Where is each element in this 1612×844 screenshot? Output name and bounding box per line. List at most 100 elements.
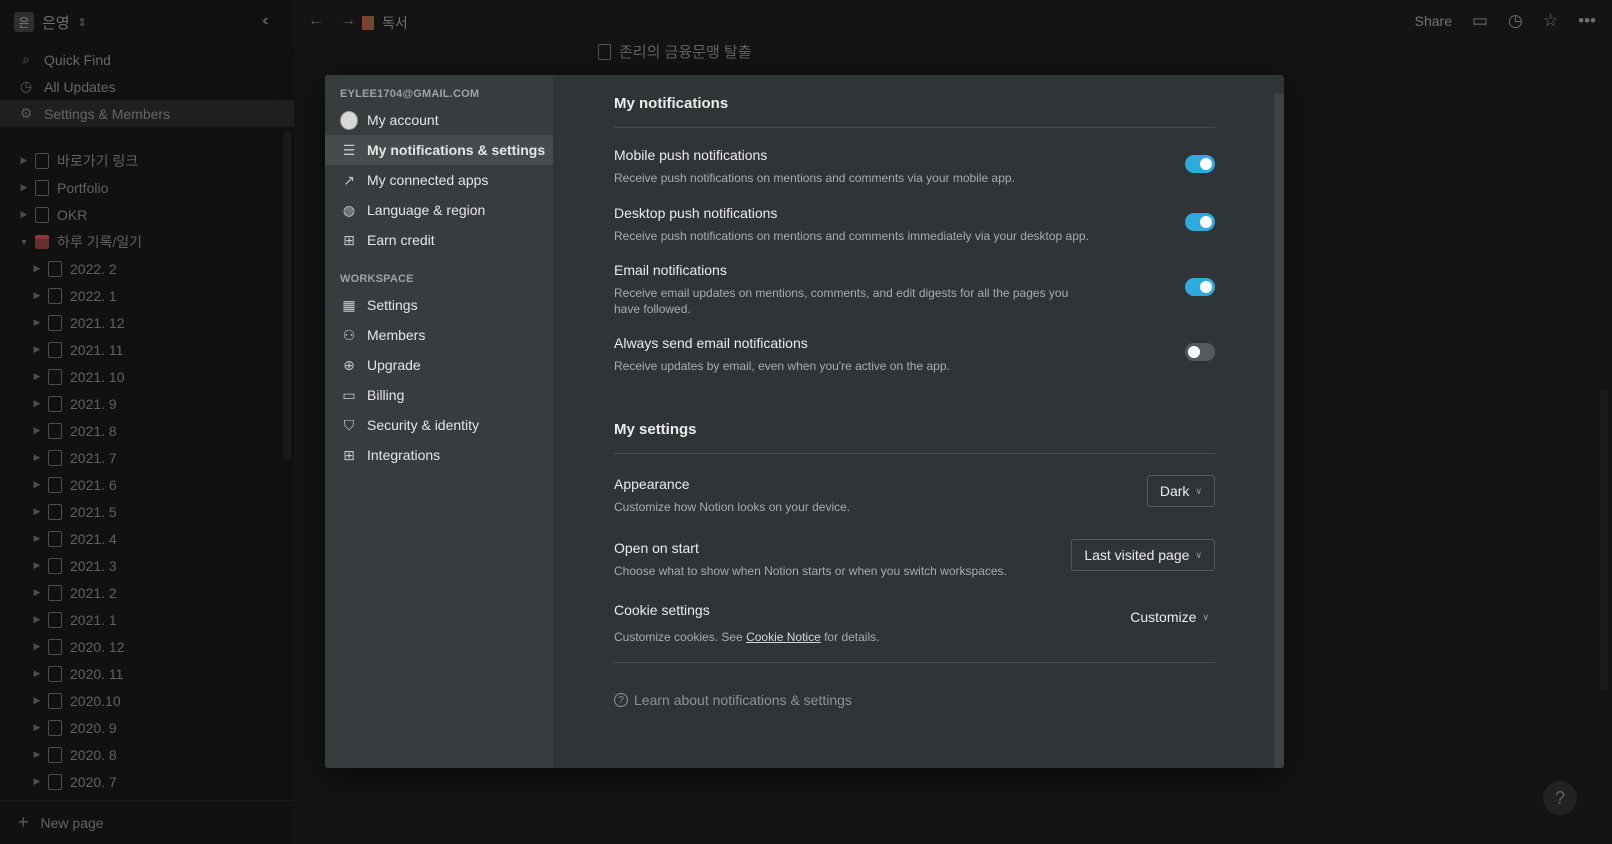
caret-right-icon[interactable]: ▶ — [17, 209, 31, 220]
tree-item[interactable]: ▶ 2022. 2 — [0, 255, 294, 282]
tree-item[interactable]: ▶ 2020. 12 — [0, 633, 294, 660]
learn-link[interactable]: ? Learn about notifications & settings — [614, 692, 852, 708]
tree-item[interactable]: ▶ 바로가기 링크 — [0, 147, 294, 174]
caret-right-icon[interactable]: ▶ — [30, 776, 44, 787]
tree-item[interactable]: ▶ 2020. 11 — [0, 660, 294, 687]
nav-language-region[interactable]: ◍ Language & region — [325, 195, 553, 225]
tree-item[interactable]: ▶ 2021. 1 — [0, 606, 294, 633]
tree-item[interactable]: ▶ 2021. 10 — [0, 363, 294, 390]
tree-item[interactable]: ▶ 2021. 7 — [0, 444, 294, 471]
tree-item[interactable]: ▶ 2021. 4 — [0, 525, 294, 552]
caret-right-icon[interactable]: ▶ — [30, 290, 44, 301]
page-icon — [48, 395, 62, 412]
caret-right-icon[interactable]: ▶ — [30, 668, 44, 679]
setting-title: Desktop push notifications — [614, 205, 778, 221]
caret-right-icon[interactable]: ▶ — [30, 425, 44, 436]
caret-right-icon[interactable]: ▶ — [17, 155, 31, 166]
caret-right-icon[interactable]: ▶ — [30, 479, 44, 490]
caret-right-icon[interactable]: ▶ — [30, 533, 44, 544]
appearance-dropdown[interactable]: Dark ∨ — [1146, 475, 1215, 507]
tree-item[interactable]: ▶ 2021. 12 — [0, 309, 294, 336]
tree-item[interactable]: ▶ 2021. 2 — [0, 579, 294, 606]
caret-right-icon[interactable]: ▶ — [30, 263, 44, 274]
caret-right-icon[interactable]: ▶ — [30, 722, 44, 733]
open-on-start-dropdown[interactable]: Last visited page ∨ — [1071, 539, 1215, 571]
caret-right-icon[interactable]: ▶ — [30, 452, 44, 463]
tree-item[interactable]: ▶ 2020. 8 — [0, 741, 294, 768]
caret-right-icon[interactable]: ▶ — [30, 587, 44, 598]
nav-my-connected-apps[interactable]: ↗ My connected apps — [325, 165, 553, 195]
caret-down-icon[interactable]: ▼ — [17, 237, 31, 247]
setting-desc: Customize cookies. See Cookie Notice for… — [614, 629, 1094, 645]
tree-item[interactable]: ▶ 2021. 8 — [0, 417, 294, 444]
tree-item-label: 2020. 9 — [70, 719, 117, 736]
caret-right-icon[interactable]: ▶ — [30, 749, 44, 760]
caret-right-icon[interactable]: ▶ — [30, 398, 44, 409]
workspace-nav: ▦ Settings ⚇ Members ⊕ Upgrade ▭ Billing… — [325, 290, 553, 470]
nav-upgrade[interactable]: ⊕ Upgrade — [325, 350, 553, 380]
tree-item[interactable]: ▶ 2021. 6 — [0, 471, 294, 498]
tree-item[interactable]: ▶ 2020. 7 — [0, 768, 294, 795]
tree-item[interactable]: ▶ Portfolio — [0, 174, 294, 201]
caret-right-icon[interactable]: ▶ — [30, 371, 44, 382]
nav-billing[interactable]: ▭ Billing — [325, 380, 553, 410]
always-email-toggle[interactable] — [1185, 343, 1215, 361]
sidebar-item-quick-find[interactable]: ⌕ Quick Find — [0, 46, 294, 73]
email-toggle[interactable] — [1185, 278, 1215, 296]
tree-item[interactable]: ▶ 2022. 1 — [0, 282, 294, 309]
mobile-push-toggle[interactable] — [1185, 155, 1215, 173]
nav-members[interactable]: ⚇ Members — [325, 320, 553, 350]
setting-desc: Receive push notifications on mentions a… — [614, 171, 1015, 185]
chevron-down-icon: ∨ — [1195, 549, 1202, 560]
back-arrow-icon[interactable]: ← — [308, 12, 324, 30]
caret-right-icon[interactable]: ▶ — [30, 695, 44, 706]
gear-icon: ⚙ — [19, 105, 33, 121]
sidebar-scrollbar[interactable] — [283, 130, 291, 460]
sidebar-item-all-updates[interactable]: ◷ All Updates — [0, 73, 294, 100]
tree-item-label: 2021. 1 — [70, 611, 117, 628]
collapse-sidebar-icon[interactable]: ‹‹ — [262, 12, 268, 30]
tree-item[interactable]: ▶ 2020.10 — [0, 687, 294, 714]
tree-item[interactable]: ▶ 2020. 9 — [0, 714, 294, 741]
share-button[interactable]: Share — [1415, 13, 1452, 29]
caret-right-icon[interactable]: ▶ — [30, 614, 44, 625]
help-button[interactable]: ? — [1543, 781, 1577, 815]
clock-icon[interactable]: ◷ — [1508, 11, 1523, 31]
desktop-push-toggle[interactable] — [1185, 213, 1215, 231]
dropdown-value: Customize — [1130, 609, 1197, 625]
caret-right-icon[interactable]: ▶ — [17, 182, 31, 193]
caret-right-icon[interactable]: ▶ — [30, 317, 44, 328]
breadcrumb[interactable]: 독서 — [362, 13, 408, 33]
tree-item-label: 2022. 1 — [70, 287, 117, 304]
sidebar-item-settings-members[interactable]: ⚙ Settings & Members — [0, 100, 294, 127]
nav-earn-credit[interactable]: ⊞ Earn credit — [325, 225, 553, 255]
comment-icon[interactable]: ▭ — [1472, 11, 1488, 31]
workspace-switcher[interactable]: 은 은영 ⇕ — [14, 10, 87, 34]
cookie-customize-button[interactable]: Customize ∨ — [1118, 601, 1215, 633]
new-page-button[interactable]: + New page — [0, 800, 294, 844]
star-icon[interactable]: ☆ — [1543, 11, 1558, 31]
chevron-down-icon: ∨ — [1195, 485, 1202, 496]
caret-right-icon[interactable]: ▶ — [30, 560, 44, 571]
tree-item[interactable]: ▶ 2021. 5 — [0, 498, 294, 525]
nav-security-identity[interactable]: ⛉ Security & identity — [325, 410, 553, 440]
page-scrollbar[interactable] — [1600, 390, 1608, 690]
nav-integrations[interactable]: ⊞ Integrations — [325, 440, 553, 470]
nav-settings[interactable]: ▦ Settings — [325, 290, 553, 320]
nav-my-notifications-settings[interactable]: ☰ My notifications & settings — [325, 135, 553, 165]
caret-right-icon[interactable]: ▶ — [30, 641, 44, 652]
caret-right-icon[interactable]: ▶ — [30, 344, 44, 355]
content-scrollbar[interactable] — [1274, 93, 1284, 768]
tree-item-label: 2021. 7 — [70, 449, 117, 466]
nav-my-account[interactable]: My account — [325, 105, 553, 135]
tree-item-label: 2021. 6 — [70, 476, 117, 493]
tree-item[interactable]: ▶ OKR — [0, 201, 294, 228]
caret-right-icon[interactable]: ▶ — [30, 506, 44, 517]
tree-item[interactable]: ▶ 2021. 3 — [0, 552, 294, 579]
tree-item-diary[interactable]: ▼ 하루 기록/일기 — [0, 228, 294, 255]
cookie-notice-link[interactable]: Cookie Notice — [746, 630, 821, 644]
tree-item[interactable]: ▶ 2021. 9 — [0, 390, 294, 417]
tree-item[interactable]: ▶ 2021. 11 — [0, 336, 294, 363]
forward-arrow-icon[interactable]: → — [340, 12, 356, 30]
more-icon[interactable]: ••• — [1578, 11, 1596, 31]
